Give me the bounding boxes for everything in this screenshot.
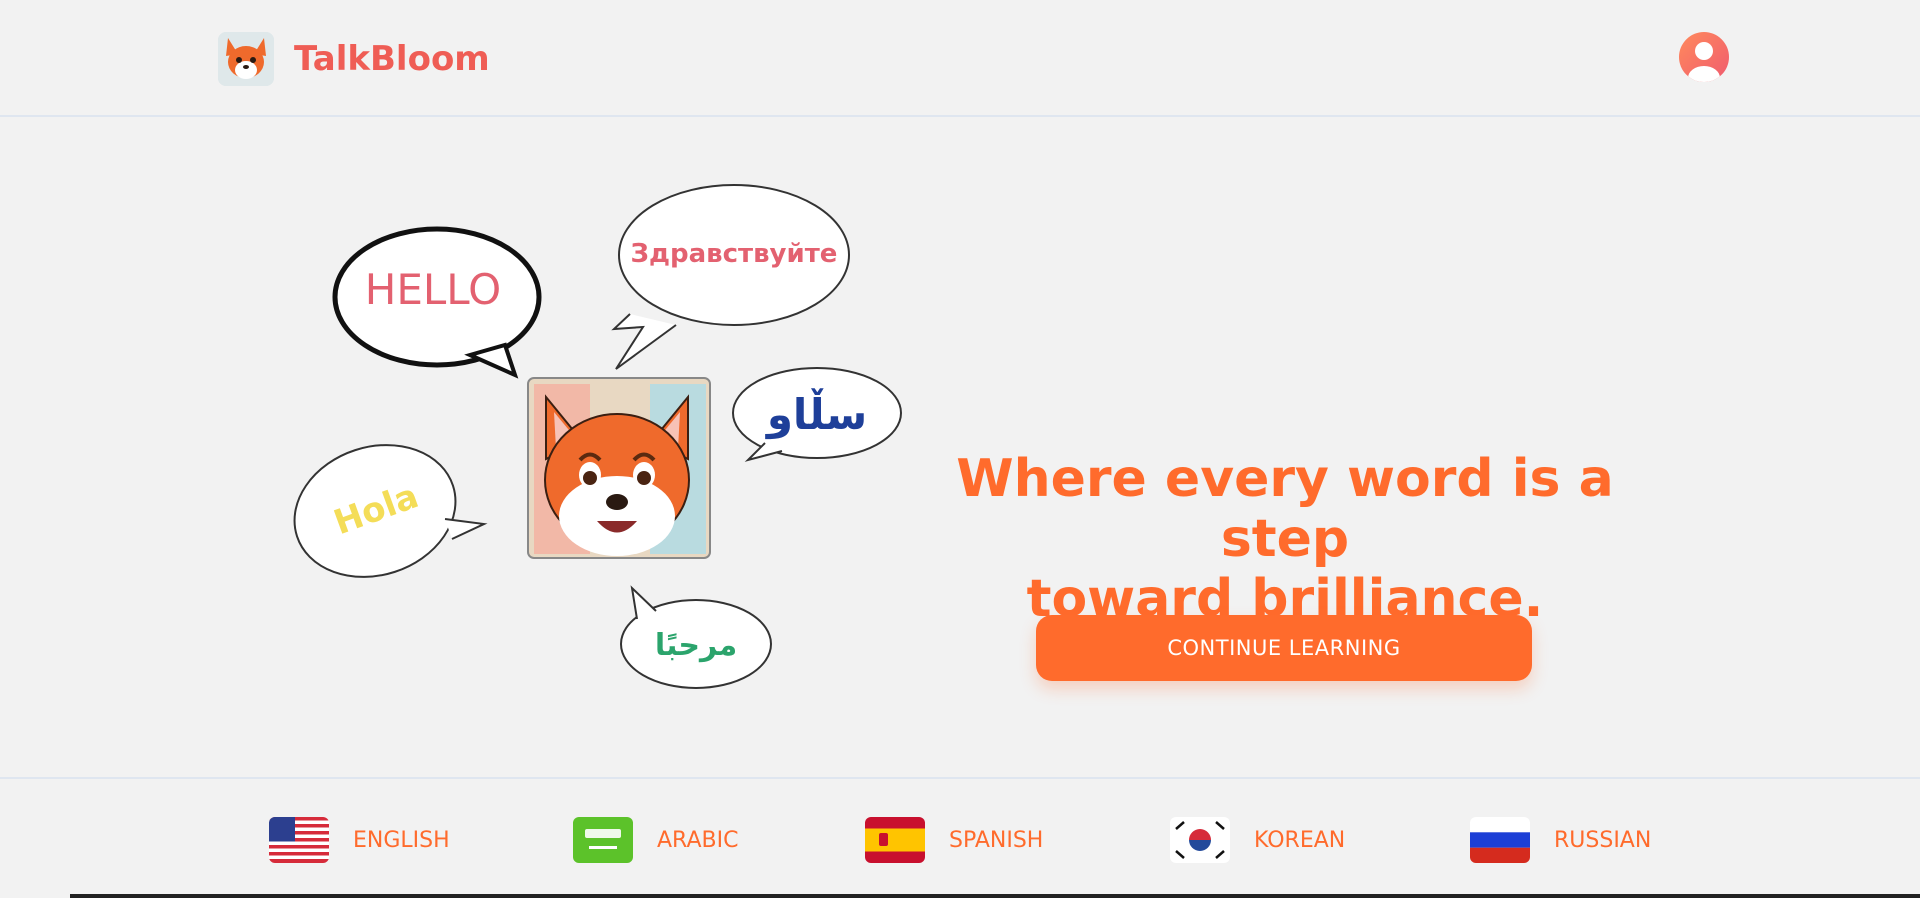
language-option-spanish[interactable]: SPANISH xyxy=(865,817,1043,863)
brand[interactable]: TalkBloom xyxy=(218,32,490,86)
russian-bubble: Здравствуйте xyxy=(611,184,850,370)
hello-text: HELLO xyxy=(365,265,501,314)
language-label: SPANISH xyxy=(949,827,1044,853)
hola-bubble: Hola xyxy=(293,444,488,578)
headline-line-1: Where every word is a step xyxy=(956,449,1614,569)
language-label: ARABIC xyxy=(657,827,739,853)
greeting-illustration: HELLO Здравствуйте سڵاو Hola مرحبًا xyxy=(293,184,902,689)
language-label: ENGLISH xyxy=(353,827,450,853)
brand-name: TalkBloom xyxy=(294,39,490,79)
russia-flag-icon xyxy=(1470,817,1530,863)
language-option-english[interactable]: ENGLISH xyxy=(269,817,450,863)
language-selector: ENGLISH ARABIC SPANISH KOREAN RUSSIAN xyxy=(0,777,1920,898)
bottom-divider xyxy=(70,894,1920,898)
top-header: TalkBloom xyxy=(0,0,1920,117)
arabic-text: مرحبًا xyxy=(655,628,737,663)
arabic-bubble: مرحبًا xyxy=(620,585,772,689)
russian-text: Здравствуйте xyxy=(631,239,838,269)
us-flag-icon xyxy=(269,817,329,863)
korea-flag-icon xyxy=(1170,817,1230,863)
spain-flag-icon xyxy=(865,817,925,863)
language-label: RUSSIAN xyxy=(1554,827,1652,853)
hero-headline: Where every word is a step toward brilli… xyxy=(920,449,1650,629)
hero-section: HELLO Здравствуйте سڵاو Hola مرحبًا Wher… xyxy=(0,119,1920,777)
language-option-russian[interactable]: RUSSIAN xyxy=(1470,817,1651,863)
kurdish-text: سڵاو xyxy=(765,388,867,440)
user-avatar-icon[interactable] xyxy=(1679,32,1729,82)
fox-logo-icon xyxy=(218,32,274,86)
fox-mascot-icon xyxy=(527,377,711,559)
kurdish-bubble: سڵاو xyxy=(732,367,902,462)
language-option-arabic[interactable]: ARABIC xyxy=(573,817,738,863)
language-option-korean[interactable]: KOREAN xyxy=(1170,817,1345,863)
hello-bubble: HELLO xyxy=(332,226,542,379)
language-label: KOREAN xyxy=(1254,827,1346,853)
arabic-flag-icon xyxy=(573,817,633,863)
continue-learning-button[interactable]: CONTINUE LEARNING xyxy=(1036,615,1532,681)
